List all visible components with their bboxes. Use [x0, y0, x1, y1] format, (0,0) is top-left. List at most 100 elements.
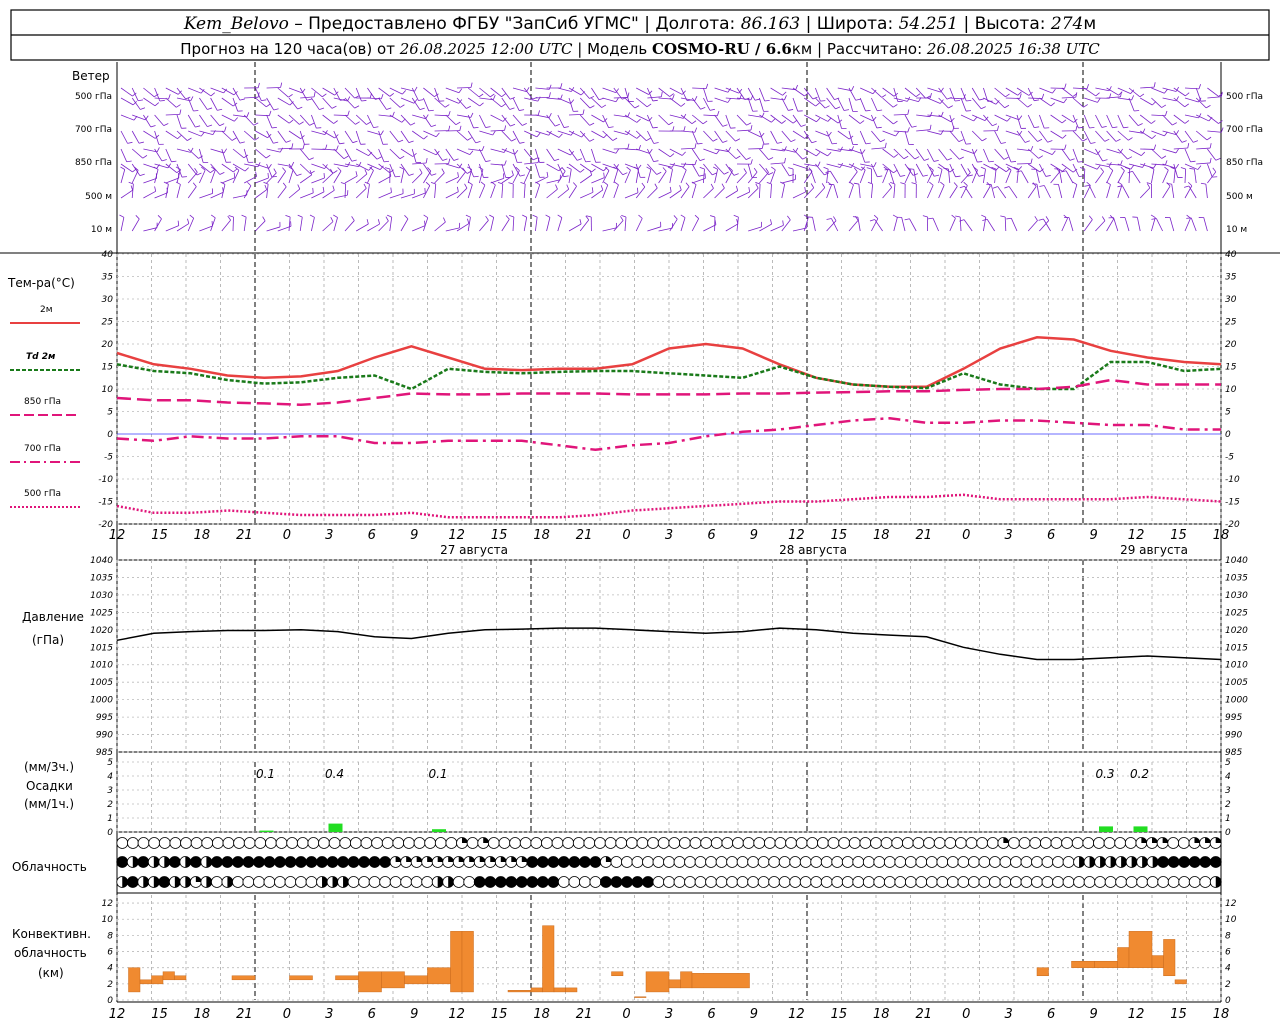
precip-bar	[259, 830, 274, 832]
wind-barb	[389, 148, 401, 160]
cloud-symbol	[768, 856, 781, 868]
wind-barb-flag	[246, 112, 250, 118]
wind-barb	[647, 169, 652, 184]
wind-barb	[221, 97, 234, 107]
wind-barb	[434, 97, 446, 108]
wind-barb	[1058, 169, 1063, 184]
wind-barb-flag	[710, 183, 714, 189]
wind-barb	[411, 97, 421, 110]
wind-barb-flag	[168, 94, 171, 100]
wind-barb	[490, 217, 495, 232]
conv-tick-left: 12	[102, 899, 114, 909]
precip-amount-label: 0.1	[256, 767, 275, 781]
temp-legend-label: Td 2м	[26, 352, 56, 362]
wind-barb	[490, 184, 496, 199]
cloud-symbol	[615, 837, 628, 849]
cloud-symbol	[434, 837, 447, 849]
convective-bar	[128, 967, 141, 993]
cloud-quarter	[1194, 837, 1200, 843]
wind-barb-flag	[1128, 137, 1133, 141]
wind-barb	[120, 169, 126, 184]
cloud-symbol	[827, 837, 840, 849]
wind-barb-flag	[988, 160, 994, 163]
wind-barb	[938, 169, 943, 184]
wind-title: Ветер	[72, 69, 110, 83]
wind-barb	[1124, 217, 1130, 232]
wind-barb	[288, 97, 298, 110]
wind-barb-flag	[425, 181, 431, 186]
wind-barb	[736, 148, 747, 160]
temp-legend-label: 700 гПа	[24, 444, 61, 454]
wind-barb	[412, 162, 427, 165]
wind-barb	[826, 114, 839, 124]
wind-barb	[1113, 217, 1119, 232]
wind-barb-flag	[1193, 140, 1199, 143]
temp-tick-right: 10	[1225, 385, 1237, 395]
wind-barb	[423, 130, 437, 138]
wind-barb	[792, 97, 799, 112]
wind-barb	[893, 184, 896, 199]
wind-barb	[355, 87, 362, 102]
wind-barb-flag	[389, 92, 395, 97]
cloud-symbol	[915, 856, 928, 868]
wind-barb-flag	[900, 174, 906, 177]
wind-barb	[938, 114, 952, 123]
wind-barb-flag	[907, 127, 910, 133]
wind-barb-flag	[390, 187, 392, 193]
wind-barb-flag	[161, 159, 167, 162]
wind-barb-flag	[140, 107, 146, 110]
wind-barb	[759, 114, 772, 123]
wind-barb-flag	[815, 102, 820, 107]
wind-barb	[1083, 87, 1096, 97]
x-tick-label-bottom: 6	[1047, 1007, 1055, 1022]
wind-barb	[703, 130, 714, 142]
wind-barb-flag	[1161, 155, 1167, 159]
wind-barb-flag	[313, 91, 316, 97]
wind-barb	[1156, 218, 1163, 232]
wind-barb	[243, 217, 247, 232]
x-tick-label-bottom: 12	[448, 1007, 465, 1022]
wind-barb-flag	[788, 167, 794, 170]
x-tick-label-bottom: 3	[665, 1007, 673, 1022]
wind-barb-flag	[386, 107, 392, 110]
wind-barb	[1173, 114, 1186, 124]
wind-barb-flag	[1034, 99, 1040, 102]
wind-barb-flag	[239, 141, 245, 144]
wind-barb	[1027, 114, 1035, 128]
wind-barb-flag	[1038, 218, 1044, 221]
wind-barb	[400, 169, 405, 184]
wind-barb	[501, 130, 512, 142]
wind-barb-flag	[636, 134, 641, 139]
temp-tick-right: 5	[1225, 408, 1231, 418]
wind-barb-flag	[337, 167, 342, 172]
cloud-symbol	[968, 876, 980, 888]
wind-barb	[400, 163, 410, 176]
cloud-symbol	[547, 856, 560, 868]
wind-barb-flag	[187, 218, 190, 224]
wind-barb	[602, 97, 617, 103]
wind-level-right: 500 гПа	[1226, 92, 1263, 102]
wind-barb	[355, 188, 367, 199]
wind-barb-flag	[997, 125, 999, 131]
wind-barb	[725, 190, 738, 199]
wind-barb-flag	[392, 111, 395, 117]
wind-barb	[120, 189, 133, 199]
wind-barb	[210, 114, 220, 126]
wind-barb	[1039, 97, 1052, 107]
wind-barb	[143, 190, 156, 199]
wind-barb	[1083, 114, 1090, 129]
cloud-symbol	[466, 837, 479, 849]
wind-barb-flag	[733, 173, 739, 176]
wind-barb	[725, 114, 731, 129]
wind-barb	[1084, 163, 1098, 170]
cloud-cover-rows	[116, 837, 1222, 888]
wind-barb-flag	[511, 138, 517, 142]
wind-barb-flag	[1064, 83, 1067, 89]
wind-barb	[848, 114, 861, 124]
wind-barb-flag	[895, 131, 899, 137]
wind-barb-flag	[586, 215, 592, 218]
wind-barb-flag	[967, 174, 973, 177]
wind-barb-flag	[299, 121, 304, 125]
cloud-symbol	[976, 837, 989, 849]
wind-barb	[344, 175, 358, 184]
